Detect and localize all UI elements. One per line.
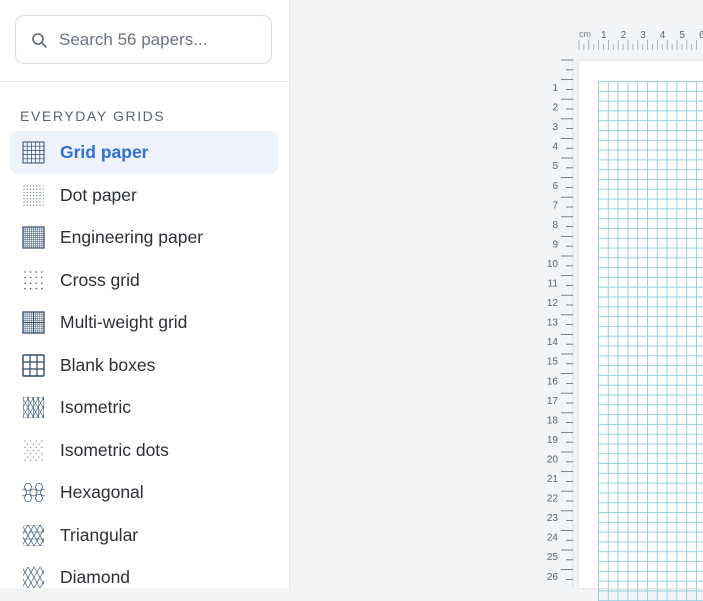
sidebar-item-grid-paper[interactable]: Grid paper [10, 131, 278, 174]
ruler-left-label: 23 [547, 513, 559, 524]
ruler-left-label: 17 [547, 396, 559, 407]
search-area [0, 0, 289, 82]
dot-grid-icon [23, 184, 44, 206]
sidebar-item-triangular[interactable]: Triangular [10, 514, 278, 557]
isometric-dots-icon [24, 439, 43, 461]
sidebar-item-isometric-dots[interactable]: Isometric dots [10, 429, 278, 472]
ruler-top: cm 1 2 3 4 5 6 [578, 29, 703, 50]
section-heading: EVERYDAY GRIDS [20, 108, 166, 124]
sidebar-item-label: Engineering paper [60, 227, 204, 247]
sidebar-item-hexagonal[interactable]: Hexagonal [10, 471, 278, 514]
sidebar-item-multi-weight-grid[interactable]: Multi-weight grid [10, 301, 278, 344]
isometric-icon [23, 397, 44, 418]
sidebar-item-blank-boxes[interactable]: Blank boxes [10, 344, 278, 387]
ruler-left-label: 25 [547, 552, 559, 563]
sidebar-item-label: Isometric [60, 397, 131, 417]
triangular-icon [23, 524, 44, 546]
ruler-top-label: 5 [679, 30, 685, 41]
search-icon [32, 33, 47, 48]
multi-weight-grid-icon [22, 311, 45, 334]
grid-pattern [598, 81, 703, 601]
ruler-left-label: 4 [552, 142, 558, 153]
ruler-left-label: 15 [547, 357, 559, 368]
ruler-top-label: 4 [660, 30, 666, 41]
sidebar-item-dot-paper[interactable]: Dot paper [10, 174, 278, 217]
ruler-left-label: 21 [547, 474, 559, 485]
ruler-left-label: 5 [552, 161, 558, 172]
sidebar-item-label: Dot paper [60, 184, 137, 205]
sidebar-item-isometric[interactable]: Isometric [10, 386, 278, 429]
ruler-left-label: 16 [547, 376, 559, 387]
sidebar-item-diamond[interactable]: Diamond [10, 556, 278, 588]
sidebar-item-label: Isometric dots [60, 439, 169, 460]
sidebar-item-label: Multi-weight grid [60, 312, 188, 332]
ruler-top-label: 6 [699, 30, 703, 41]
ruler-left-label: 2 [552, 103, 558, 114]
paper-preview[interactable] [579, 61, 703, 601]
ruler-left-label: 20 [547, 454, 559, 465]
sidebar-item-label: Cross grid [60, 269, 140, 290]
ruler-left-label: 1 [552, 83, 558, 94]
ruler-top-label: 3 [640, 30, 646, 41]
ruler-left-label: 18 [547, 415, 559, 426]
search-box[interactable] [15, 15, 272, 64]
search-input[interactable] [59, 26, 259, 54]
sidebar-item-engineering-paper[interactable]: Engineering paper [10, 216, 278, 259]
sidebar-item-label: Hexagonal [60, 482, 144, 502]
engineering-grid-icon [22, 226, 45, 249]
ruler-top-label: 1 [601, 30, 607, 41]
sidebar-item-label: Grid paper [60, 142, 149, 162]
ruler-left-label: 8 [552, 220, 558, 231]
ruler-left-label: 13 [547, 318, 559, 329]
ruler-left-label: 22 [547, 494, 559, 505]
ruler-left-label: 6 [552, 181, 558, 192]
ruler-unit-label: cm [579, 29, 591, 39]
ruler-left-label: 19 [547, 435, 559, 446]
ruler-left-label: 24 [547, 533, 559, 544]
ruler-left-label: 14 [547, 337, 559, 348]
ruler-left-label: 7 [552, 200, 558, 211]
sidebar-item-label: Blank boxes [60, 354, 156, 375]
ruler-left-label: 10 [547, 259, 559, 270]
blank-boxes-icon [22, 353, 45, 377]
diamond-icon [23, 567, 44, 588]
ruler-left-label: 9 [552, 239, 558, 250]
sidebar-item-cross-grid[interactable]: Cross grid [10, 259, 278, 302]
ruler-left-label: 11 [548, 279, 559, 290]
ruler-left-label: 12 [547, 298, 559, 309]
ruler-left: 1234567891011121314151617181920212223242… [547, 58, 574, 588]
ruler-left-label: 26 [547, 572, 559, 583]
grid-icon [22, 141, 45, 164]
ruler-top-label: 2 [621, 30, 627, 41]
ruler-left-label: 3 [552, 122, 558, 133]
sidebar: EVERYDAY GRIDS Grid paper Dot paper Engine… [0, 0, 290, 588]
hexagonal-icon [22, 483, 45, 502]
paper-list: Grid paper Dot paper Engineering paper Cros… [10, 131, 278, 588]
cross-grid-icon [24, 270, 43, 290]
sidebar-item-label: Triangular [60, 524, 139, 545]
sidebar-item-label: Diamond [60, 567, 131, 587]
